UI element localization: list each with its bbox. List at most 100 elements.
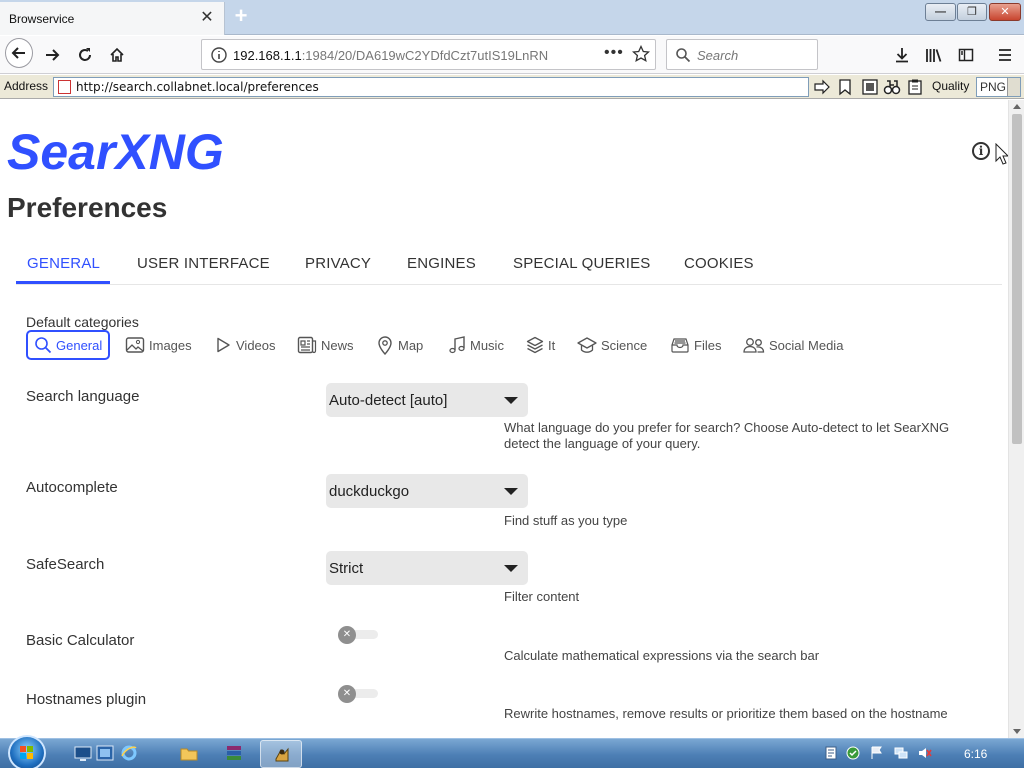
quality-select[interactable]: PNG — [976, 77, 1021, 97]
browser-tab[interactable]: Browservice ✕ — [0, 2, 225, 35]
security-tray-icon[interactable] — [846, 746, 860, 760]
safesearch-select[interactable]: Strict — [326, 551, 528, 585]
category-social-media[interactable]: Social Media — [743, 330, 843, 360]
autocomplete-value: duckduckgo — [329, 483, 410, 500]
category-label: Files — [694, 337, 722, 353]
basic-calculator-label: Basic Calculator — [26, 632, 135, 649]
action-center-flag-icon[interactable] — [870, 746, 884, 760]
hostnames-plugin-toggle[interactable]: ✕ — [338, 685, 378, 703]
scroll-thumb[interactable] — [1012, 114, 1022, 444]
address-label: Address — [4, 79, 49, 93]
document-tray-icon[interactable] — [824, 746, 838, 760]
back-arrow-icon — [5, 38, 33, 68]
volume-muted-icon[interactable] — [918, 746, 932, 760]
category-news[interactable]: News — [297, 330, 354, 360]
forward-button[interactable] — [38, 41, 66, 69]
image-icon — [125, 337, 145, 353]
safesearch-value: Strict — [329, 560, 364, 577]
downloads-button[interactable] — [888, 41, 916, 69]
music-note-icon — [449, 336, 465, 354]
category-general[interactable]: General — [26, 330, 111, 360]
screenshot-icon[interactable] — [861, 78, 879, 96]
people-icon — [743, 338, 765, 353]
close-window-button[interactable]: ✕ — [989, 3, 1021, 21]
address-url: http://search.collabnet.local/preference… — [76, 80, 319, 94]
maximize-window-button[interactable]: ❐ — [957, 3, 987, 21]
bookmark-star-icon[interactable] — [632, 45, 650, 63]
windows-logo-icon — [20, 746, 33, 759]
page-info-icon[interactable] — [210, 46, 228, 64]
internet-explorer-icon[interactable] — [120, 744, 138, 762]
info-icon[interactable]: i — [972, 142, 990, 160]
toggle-off-icon: ✕ — [338, 626, 356, 644]
address-toolbar: Address http://search.collabnet.local/pr… — [0, 75, 1024, 99]
hamburger-menu-icon — [999, 49, 1011, 61]
autocomplete-select[interactable]: duckduckgo — [326, 474, 528, 508]
toggle-off-icon: ✕ — [338, 685, 356, 703]
menu-button[interactable] — [991, 41, 1019, 69]
searxng-logo[interactable]: SearXNG — [7, 123, 224, 181]
search-language-select[interactable]: Auto-detect [auto] — [326, 383, 528, 417]
address-field[interactable]: http://search.collabnet.local/preference… — [53, 77, 809, 97]
category-label: Science — [601, 337, 648, 353]
layers-icon — [526, 336, 544, 354]
page-scrollbar[interactable] — [1008, 100, 1024, 738]
browser-nav-bar: 192.168.1.1:1984/20/DA619wC2YDfdCzt7utIS… — [0, 36, 1024, 74]
show-desktop-icon[interactable] — [74, 744, 92, 762]
switch-windows-icon[interactable] — [96, 744, 114, 762]
browser-tab-title: Browservice — [9, 12, 75, 26]
quality-value: PNG — [980, 80, 1007, 94]
network-tray-icon[interactable] — [894, 746, 908, 760]
tab-user-interface[interactable]: USER INTERFACE — [137, 255, 270, 272]
tab-general[interactable]: GENERAL — [27, 255, 100, 272]
file-tray-icon — [671, 338, 689, 353]
category-label: News — [321, 337, 354, 353]
url-bar[interactable]: 192.168.1.1:1984/20/DA619wC2YDfdCzt7utIS… — [201, 39, 656, 70]
new-tab-button[interactable]: + — [231, 5, 251, 27]
autocomplete-help: Find stuff as you type — [504, 513, 628, 528]
bookmark-icon[interactable] — [836, 78, 854, 96]
category-label: General — [56, 337, 103, 353]
default-categories-label: Default categories — [26, 314, 139, 330]
tab-engines[interactable]: ENGINES — [407, 255, 476, 272]
basic-calculator-toggle[interactable]: ✕ — [338, 626, 378, 644]
sidebar-icon — [958, 48, 974, 62]
category-it[interactable]: It — [526, 330, 555, 360]
category-science[interactable]: Science — [577, 330, 647, 360]
start-button[interactable] — [8, 735, 46, 768]
page-actions-icon[interactable]: ••• — [604, 44, 624, 62]
taskbar-browser-button[interactable] — [260, 740, 302, 768]
newspaper-icon — [297, 336, 317, 354]
home-button[interactable] — [103, 41, 131, 69]
quality-spinner-icon[interactable] — [1007, 78, 1020, 96]
reload-button[interactable] — [71, 41, 99, 69]
archive-app-icon[interactable] — [225, 744, 243, 762]
category-label: Videos — [236, 337, 276, 353]
tab-privacy[interactable]: PRIVACY — [305, 255, 371, 272]
close-tab-icon[interactable]: ✕ — [199, 10, 215, 26]
sidebar-button[interactable] — [952, 41, 980, 69]
find-binoculars-icon[interactable] — [883, 78, 901, 96]
clipboard-icon[interactable] — [906, 78, 924, 96]
category-images[interactable]: Images — [125, 330, 192, 360]
back-button[interactable] — [5, 38, 33, 68]
category-videos[interactable]: Videos — [214, 330, 276, 360]
go-arrow-icon[interactable] — [813, 78, 831, 96]
taskbar-clock[interactable]: 6:16 — [964, 747, 987, 761]
scroll-down-icon[interactable] — [1013, 729, 1021, 734]
minimize-window-button[interactable]: — — [925, 3, 956, 21]
category-music[interactable]: Music — [448, 330, 504, 360]
file-explorer-icon[interactable] — [180, 744, 198, 762]
browser-search-box[interactable]: Search — [666, 39, 818, 70]
category-label: Social Media — [769, 337, 844, 353]
scroll-up-icon[interactable] — [1013, 104, 1021, 109]
basic-calculator-help: Calculate mathematical expressions via t… — [504, 648, 820, 663]
search-language-help: What language do you prefer for search? … — [504, 420, 950, 451]
category-files[interactable]: Files — [670, 330, 721, 360]
location-pin-icon — [378, 336, 392, 355]
tab-cookies[interactable]: COOKIES — [684, 255, 754, 272]
tab-special-queries[interactable]: SPECIAL QUERIES — [513, 255, 651, 272]
mouse-cursor-icon — [995, 143, 1008, 165]
category-map[interactable]: Map — [376, 330, 423, 360]
library-button[interactable] — [920, 41, 948, 69]
